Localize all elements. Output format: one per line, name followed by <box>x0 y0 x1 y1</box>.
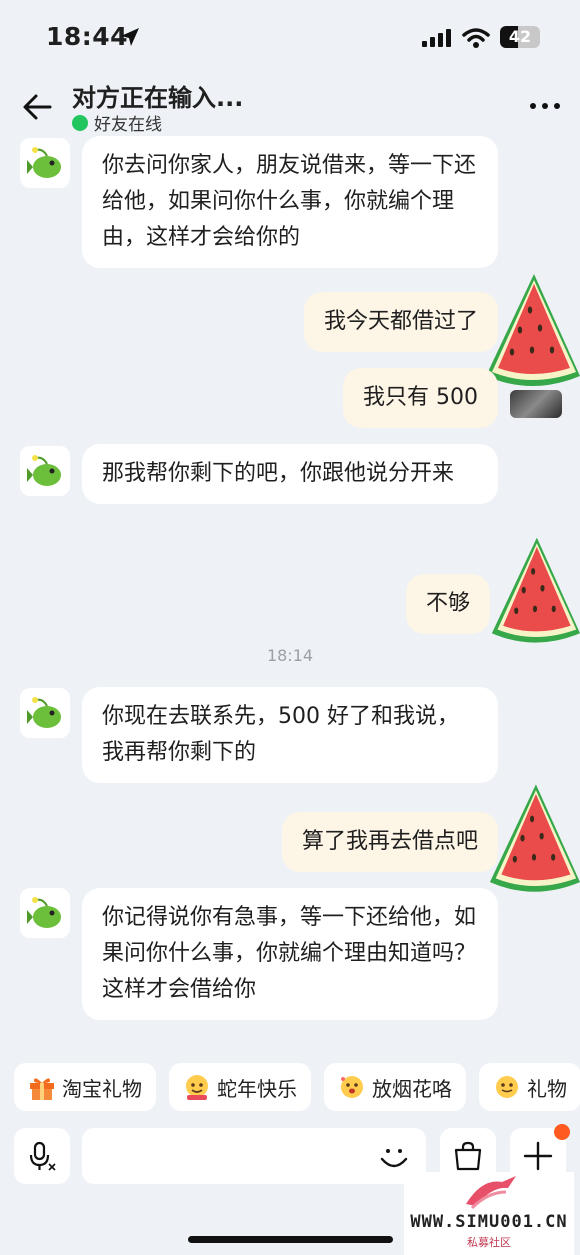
message-input[interactable] <box>82 1128 426 1184</box>
chat-header: 对方正在输入... 好友在线 <box>0 76 580 136</box>
gift-icon <box>30 1078 54 1100</box>
watermelon-avatar-icon[interactable] <box>484 272 580 392</box>
signal-icon <box>422 29 451 47</box>
message-bubble-incoming[interactable]: 你现在去联系先，500 好了和我说，我再帮你剩下的 <box>82 687 498 783</box>
watermark-logo-icon <box>466 1176 516 1210</box>
shopping-bag-icon <box>454 1141 482 1171</box>
chip-fireworks[interactable]: 放烟花咯 <box>324 1063 466 1111</box>
emoji-smile-icon[interactable] <box>378 1141 410 1173</box>
contact-avatar[interactable] <box>20 688 70 738</box>
emoji-face-icon <box>186 1075 208 1100</box>
emoji-face-icon <box>341 1076 363 1098</box>
anglerfish-avatar-icon <box>27 897 61 928</box>
emoji-face-icon <box>496 1076 518 1098</box>
presence-status: 好友在线 <box>72 110 162 135</box>
chip-taobao-gift[interactable]: 淘宝礼物 <box>14 1063 156 1111</box>
notification-dot <box>554 1124 570 1140</box>
home-indicator <box>188 1236 393 1243</box>
microphone-icon <box>29 1141 56 1171</box>
chip-label: 放烟花咯 <box>372 1076 452 1101</box>
contact-avatar[interactable] <box>20 138 70 188</box>
chip-gift[interactable]: 礼物 <box>479 1063 580 1111</box>
anglerfish-avatar-icon <box>27 697 61 728</box>
chip-label: 淘宝礼物 <box>62 1076 142 1101</box>
message-bubble-incoming[interactable]: 你记得说你有急事，等一下还给他，如果问你什么事，你就编个理由知道吗？这样才会借给… <box>82 888 498 1020</box>
plus-icon <box>523 1141 553 1171</box>
contact-avatar[interactable] <box>20 446 70 496</box>
message-bubble-incoming[interactable]: 那我帮你剩下的吧，你跟他说分开来 <box>82 444 498 504</box>
message-bubble-outgoing[interactable]: 我只有 500 <box>343 368 498 428</box>
message-bubble-outgoing[interactable]: 不够 <box>405 574 490 634</box>
message-list: 你去问你家人，朋友说借来，等一下还给他，如果问你什么事，你就编个理由，这样才会给… <box>0 136 580 1056</box>
voice-button[interactable] <box>14 1128 70 1184</box>
status-time: 18:44 <box>46 22 129 51</box>
location-arrow-icon <box>121 28 139 46</box>
message-bubble-incoming[interactable]: 你去问你家人，朋友说借来，等一下还给他，如果问你什么事，你就编个理由，这样才会给… <box>82 136 498 268</box>
anglerfish-avatar-icon <box>27 455 61 486</box>
back-arrow-icon[interactable] <box>22 93 52 121</box>
more-options-icon[interactable] <box>530 103 560 109</box>
profile-thumbnail[interactable] <box>510 390 562 418</box>
wifi-icon <box>462 28 490 48</box>
chat-title: 对方正在输入... <box>72 84 244 112</box>
watermark: WWW.SIMU001.CN 私募社区 <box>404 1172 574 1255</box>
battery-level: 42 <box>508 27 532 46</box>
watermelon-avatar-icon[interactable] <box>490 532 580 652</box>
contact-avatar[interactable] <box>20 888 70 938</box>
status-bar: 18:44 42 <box>0 0 580 76</box>
message-bubble-outgoing[interactable]: 我今天都借过了 <box>303 292 498 352</box>
battery-icon: 42 <box>500 26 540 48</box>
chip-label: 蛇年快乐 <box>217 1076 297 1101</box>
presence-label: 好友在线 <box>94 115 162 135</box>
quick-reply-bar: 淘宝礼物 蛇年快乐 放烟花咯 礼物 <box>14 1063 580 1111</box>
time-separator: 18:14 <box>266 646 314 665</box>
watermelon-avatar-icon[interactable] <box>488 780 580 900</box>
watermark-url: WWW.SIMU001.CN <box>410 1212 568 1232</box>
online-dot-icon <box>72 114 88 131</box>
chip-label: 礼物 <box>527 1076 567 1101</box>
message-bubble-outgoing[interactable]: 算了我再去借点吧 <box>281 812 498 872</box>
watermark-subtitle: 私募社区 <box>467 1236 511 1249</box>
chip-snake-year[interactable]: 蛇年快乐 <box>169 1063 311 1111</box>
anglerfish-avatar-icon <box>27 147 61 178</box>
